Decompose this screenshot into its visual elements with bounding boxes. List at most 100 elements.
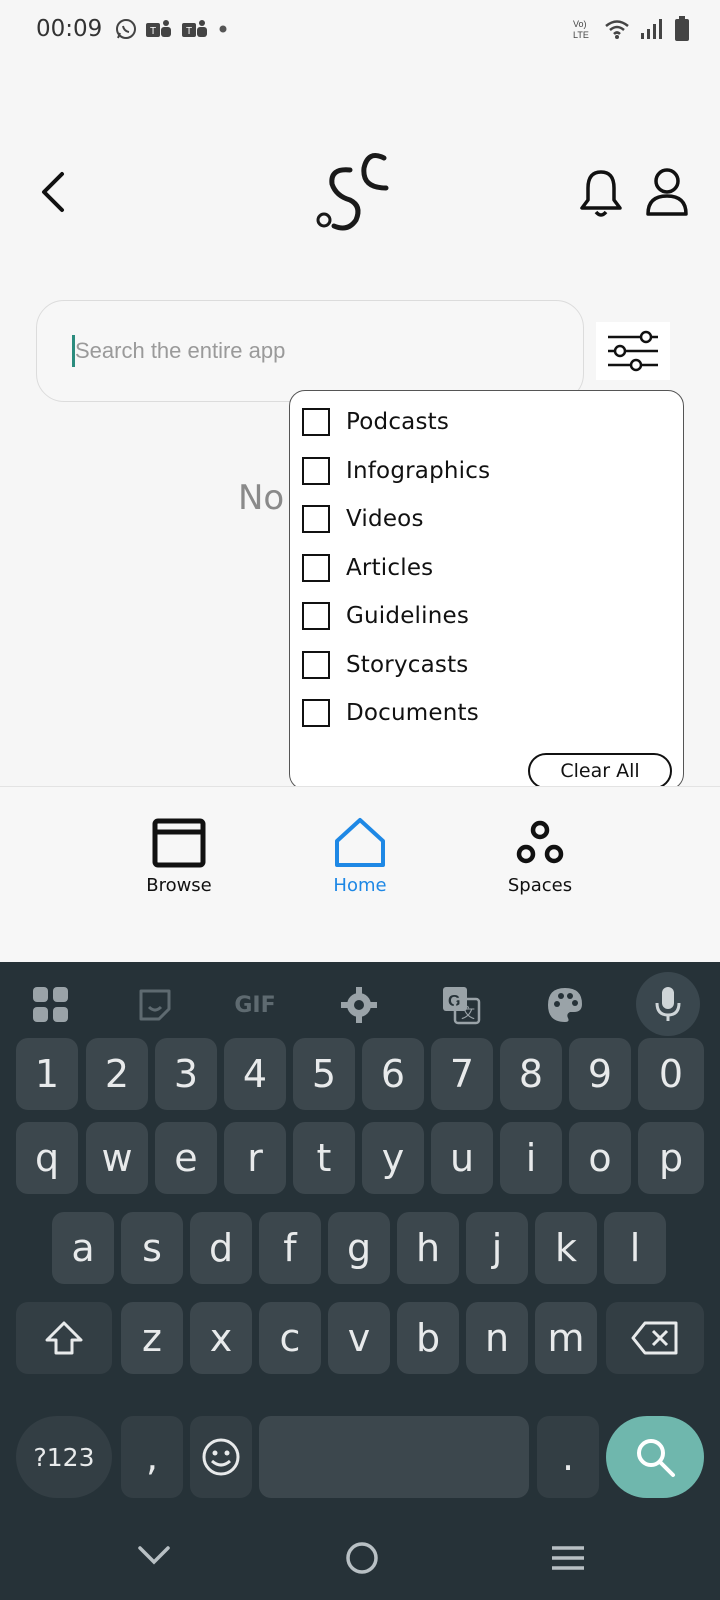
- filter-option-articles[interactable]: Articles: [302, 551, 433, 585]
- clear-all-button[interactable]: Clear All: [528, 753, 672, 789]
- key-5[interactable]: 5: [293, 1038, 355, 1110]
- filter-option-podcasts[interactable]: Podcasts: [302, 405, 449, 439]
- key-7[interactable]: 7: [431, 1038, 493, 1110]
- microphone-icon: [655, 987, 681, 1021]
- sc-logo-icon: [316, 153, 389, 231]
- nav-item-browse[interactable]: Browse: [119, 815, 239, 896]
- key-e[interactable]: e: [155, 1122, 217, 1194]
- apps-grid-icon[interactable]: [26, 980, 76, 1030]
- checkbox[interactable]: [302, 554, 330, 582]
- microphone-button[interactable]: [636, 972, 700, 1036]
- back-button[interactable]: [34, 168, 74, 216]
- nav-item-spaces[interactable]: Spaces: [480, 815, 600, 896]
- key-n[interactable]: n: [466, 1302, 528, 1374]
- key-u[interactable]: u: [431, 1122, 493, 1194]
- search-box[interactable]: [36, 300, 584, 402]
- checkbox[interactable]: [302, 457, 330, 485]
- gear-icon[interactable]: [334, 980, 384, 1030]
- checkbox[interactable]: [302, 505, 330, 533]
- key-3[interactable]: 3: [155, 1038, 217, 1110]
- key-2[interactable]: 2: [86, 1038, 148, 1110]
- checkbox[interactable]: [302, 699, 330, 727]
- key-9[interactable]: 9: [569, 1038, 631, 1110]
- key-c[interactable]: c: [259, 1302, 321, 1374]
- notifications-button[interactable]: [578, 168, 624, 218]
- key-h[interactable]: h: [397, 1212, 459, 1284]
- key-o[interactable]: o: [569, 1122, 631, 1194]
- keyboard-search-key[interactable]: [606, 1416, 704, 1498]
- home-circle-icon: [346, 1542, 378, 1574]
- backspace-key[interactable]: [606, 1302, 704, 1374]
- checkbox[interactable]: [302, 408, 330, 436]
- search-icon: [637, 1439, 675, 1477]
- space-key[interactable]: [259, 1416, 529, 1498]
- key-m[interactable]: m: [535, 1302, 597, 1374]
- period-key[interactable]: .: [537, 1416, 599, 1498]
- key-w[interactable]: w: [86, 1122, 148, 1194]
- recents-button[interactable]: [548, 1540, 588, 1576]
- symbols-key[interactable]: ?123: [16, 1416, 112, 1498]
- key-g[interactable]: g: [328, 1212, 390, 1284]
- key-q[interactable]: q: [16, 1122, 78, 1194]
- sliders-icon: [608, 330, 658, 372]
- filter-option-label: Storycasts: [346, 652, 469, 678]
- key-6[interactable]: 6: [362, 1038, 424, 1110]
- teams-icon: T: [146, 20, 171, 37]
- translate-icon[interactable]: G文: [436, 980, 486, 1030]
- key-a[interactable]: a: [52, 1212, 114, 1284]
- filter-option-guidelines[interactable]: Guidelines: [302, 599, 469, 633]
- filter-option-label: Infographics: [346, 458, 491, 484]
- filter-option-videos[interactable]: Videos: [302, 502, 424, 536]
- key-b[interactable]: b: [397, 1302, 459, 1374]
- status-bar: 00:09 T T Vo) LTE: [0, 0, 720, 62]
- menu-lines-icon: [552, 1546, 584, 1570]
- profile-button[interactable]: [644, 166, 690, 218]
- key-d[interactable]: d: [190, 1212, 252, 1284]
- filter-option-documents[interactable]: Documents: [302, 696, 479, 730]
- key-j[interactable]: j: [466, 1212, 528, 1284]
- volte-icon: Vo)LTE: [573, 19, 589, 40]
- system-icons: Vo) LTE: [572, 16, 690, 42]
- teams-icon: T: [182, 20, 207, 37]
- key-8[interactable]: 8: [500, 1038, 562, 1110]
- emoji-key[interactable]: [190, 1416, 252, 1498]
- whatsapp-icon: [116, 19, 136, 39]
- key-t[interactable]: t: [293, 1122, 355, 1194]
- checkbox[interactable]: [302, 651, 330, 679]
- key-l[interactable]: l: [604, 1212, 666, 1284]
- key-i[interactable]: i: [500, 1122, 562, 1194]
- filter-dropdown: Podcasts Infographics Videos Articles Gu…: [289, 390, 684, 790]
- key-r[interactable]: r: [224, 1122, 286, 1194]
- key-0[interactable]: 0: [638, 1038, 704, 1110]
- key-f[interactable]: f: [259, 1212, 321, 1284]
- key-p[interactable]: p: [638, 1122, 704, 1194]
- shift-key[interactable]: [16, 1302, 112, 1374]
- key-v[interactable]: v: [328, 1302, 390, 1374]
- user-icon: [646, 168, 688, 216]
- spaces-circles-icon: [480, 815, 600, 871]
- hide-keyboard-button[interactable]: [132, 1538, 176, 1574]
- sticker-icon[interactable]: [130, 980, 180, 1030]
- search-input[interactable]: [75, 327, 555, 375]
- key-y[interactable]: y: [362, 1122, 424, 1194]
- key-k[interactable]: k: [535, 1212, 597, 1284]
- key-x[interactable]: x: [190, 1302, 252, 1374]
- home-system-button[interactable]: [342, 1538, 382, 1578]
- comma-key[interactable]: ,: [121, 1416, 183, 1498]
- dot-icon: [219, 25, 227, 33]
- backspace-icon: [631, 1321, 678, 1355]
- filter-option-label: Documents: [346, 700, 479, 726]
- key-z[interactable]: z: [121, 1302, 183, 1374]
- gif-button[interactable]: GIF: [230, 980, 280, 1030]
- filter-button[interactable]: [596, 322, 670, 380]
- key-1[interactable]: 1: [16, 1038, 78, 1110]
- status-time: 00:09: [36, 16, 103, 42]
- checkbox[interactable]: [302, 602, 330, 630]
- system-navigation-bar: [0, 1514, 720, 1600]
- filter-option-infographics[interactable]: Infographics: [302, 454, 490, 488]
- key-s[interactable]: s: [121, 1212, 183, 1284]
- nav-item-home[interactable]: Home: [300, 815, 420, 896]
- palette-icon[interactable]: [540, 980, 590, 1030]
- key-4[interactable]: 4: [224, 1038, 286, 1110]
- filter-option-storycasts[interactable]: Storycasts: [302, 648, 468, 682]
